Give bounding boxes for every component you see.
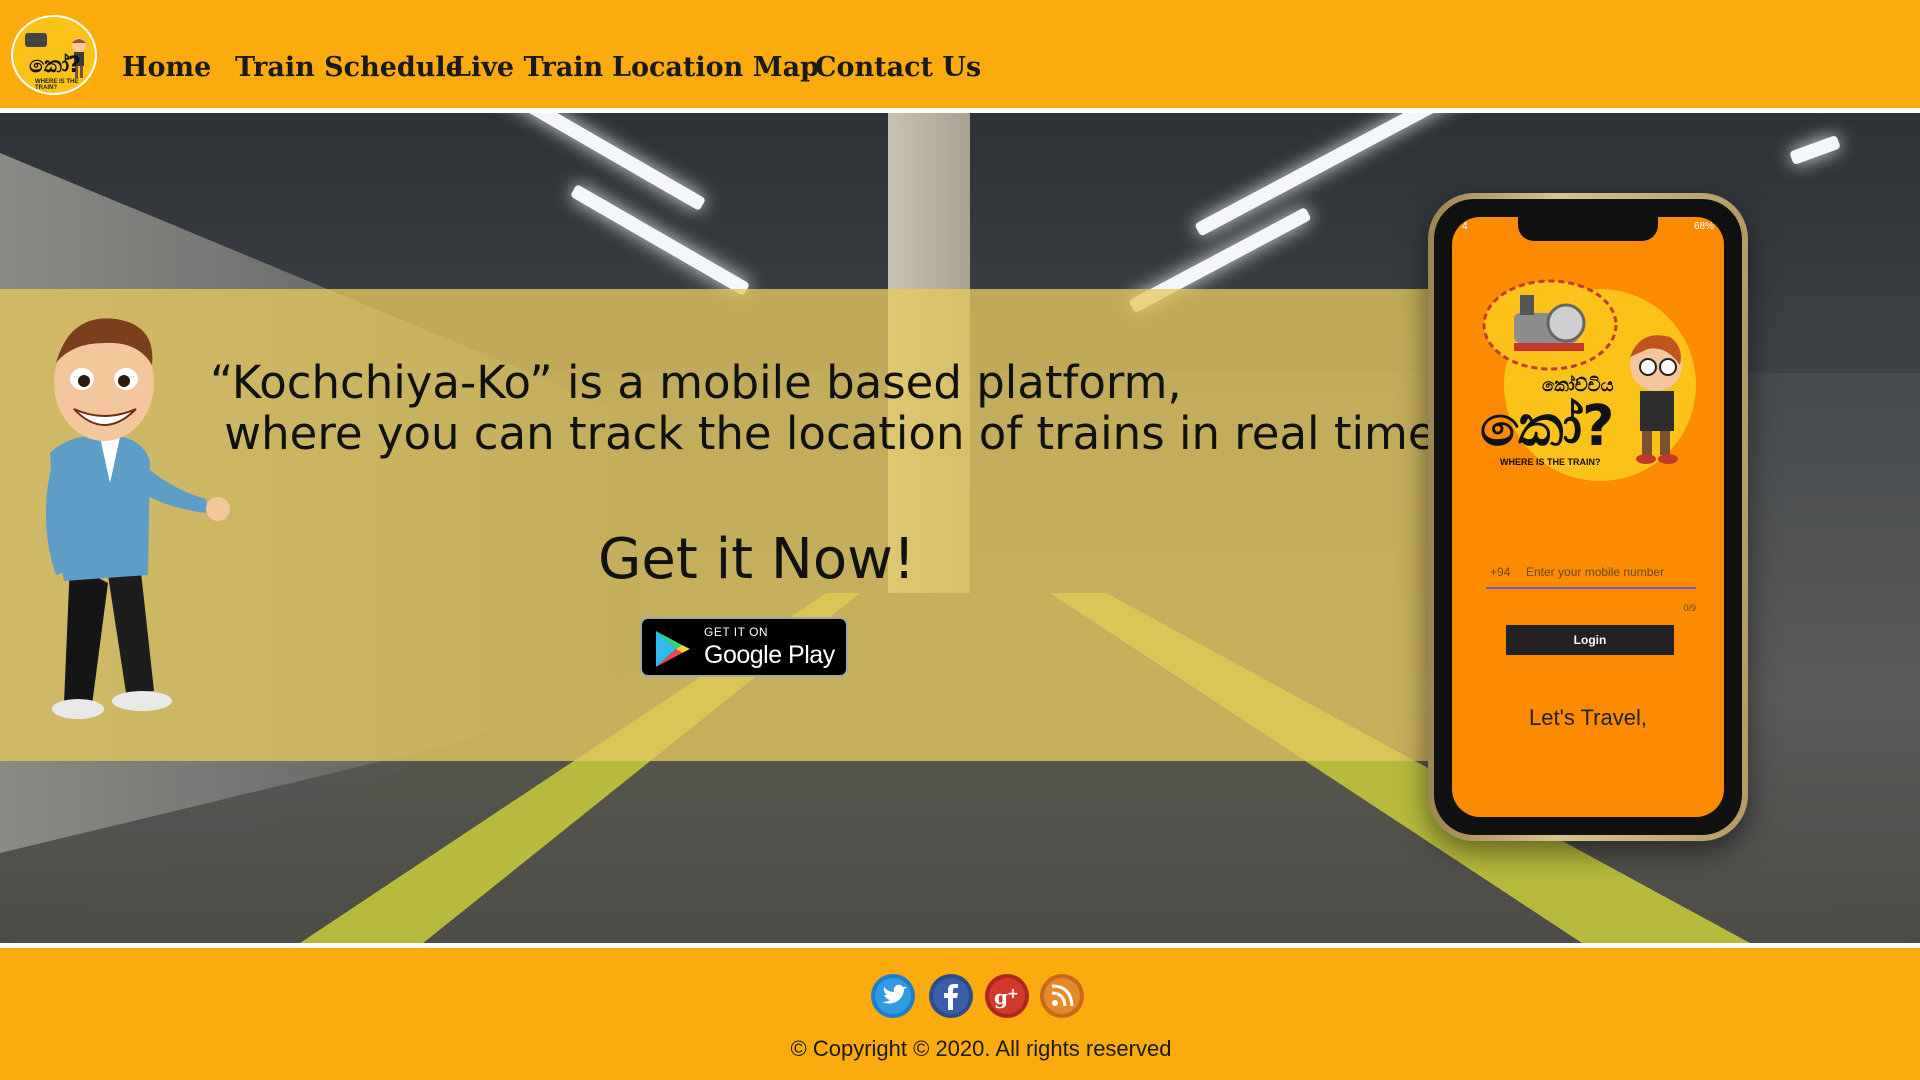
app-logo-text: කෝ? bbox=[1480, 394, 1615, 459]
phone-mockup: 4 68% කෝච්චිය කෝ? WHERE IS THE TRAIN? +9… bbox=[1428, 193, 1748, 841]
svg-text:+: + bbox=[1007, 986, 1019, 1002]
badge-small-text: GET IT ON bbox=[704, 625, 769, 639]
hero-tagline: “Kochchiya-Ko” is a mobile based platfor… bbox=[210, 356, 1450, 460]
hero-section: “Kochchiya-Ko” is a mobile based platfor… bbox=[0, 113, 1920, 943]
mobile-number-field[interactable]: +94 bbox=[1486, 557, 1696, 589]
nav-location-map[interactable]: Location Map bbox=[612, 52, 819, 83]
site-logo[interactable]: කෝ? WHERE IS THE TRAIN? bbox=[11, 15, 97, 95]
site-footer: g + © Copyright © 2020. All rights reser… bbox=[0, 948, 1920, 1080]
lets-travel-text: Let's Travel, bbox=[1529, 705, 1647, 730]
hero-cta-heading: Get it Now! bbox=[598, 527, 916, 592]
phone-bezel: 4 68% කෝච්චිය කෝ? WHERE IS THE TRAIN? +9… bbox=[1434, 199, 1742, 835]
nav-contact-us[interactable]: Contact Us bbox=[815, 52, 981, 83]
svg-text:g: g bbox=[994, 985, 1008, 1009]
copyright-text: © Copyright © 2020. All rights reserved bbox=[790, 1036, 1172, 1061]
logo-subtitle: WHERE IS THE TRAIN? bbox=[35, 79, 79, 91]
nav-train-schedule[interactable]: Train Schedule bbox=[235, 52, 463, 83]
country-code-label: +94 bbox=[1490, 565, 1511, 579]
app-logo-illustration: කෝච්චිය කෝ? WHERE IS THE TRAIN? bbox=[1480, 279, 1696, 481]
site-header: කෝ? WHERE IS THE TRAIN? Home Train Sched… bbox=[0, 0, 1920, 108]
badge-store-name: Google Play bbox=[704, 641, 835, 669]
mobile-number-input[interactable] bbox=[1526, 561, 1694, 583]
status-bar-left: 4 bbox=[1462, 221, 1468, 232]
facebook-icon[interactable] bbox=[929, 974, 973, 1018]
login-button[interactable]: Login bbox=[1506, 625, 1674, 655]
app-tagline-text: WHERE IS THE TRAIN? bbox=[1500, 457, 1601, 467]
twitter-icon[interactable] bbox=[871, 974, 915, 1018]
google-play-icon bbox=[656, 631, 690, 667]
google-play-badge-button[interactable]: GET IT ON Google Play bbox=[640, 617, 848, 677]
logo-text: කෝ? bbox=[29, 53, 81, 78]
status-bar-battery: 68% bbox=[1693, 221, 1714, 232]
phone-screen: 4 68% කෝච්චිය කෝ? WHERE IS THE TRAIN? +9… bbox=[1452, 217, 1724, 817]
rss-icon[interactable] bbox=[1040, 974, 1084, 1018]
nav-live-train[interactable]: Live Train bbox=[452, 52, 603, 83]
phone-notch bbox=[1518, 217, 1658, 241]
cartoon-presenter-illustration bbox=[45, 318, 230, 719]
nav-home[interactable]: Home bbox=[122, 52, 211, 83]
google-plus-icon[interactable]: g + bbox=[985, 974, 1029, 1018]
input-char-count: 0/9 bbox=[1683, 603, 1696, 613]
app-title-text: කෝච්චිය bbox=[1542, 374, 1614, 396]
train-logo-icon bbox=[25, 33, 47, 47]
